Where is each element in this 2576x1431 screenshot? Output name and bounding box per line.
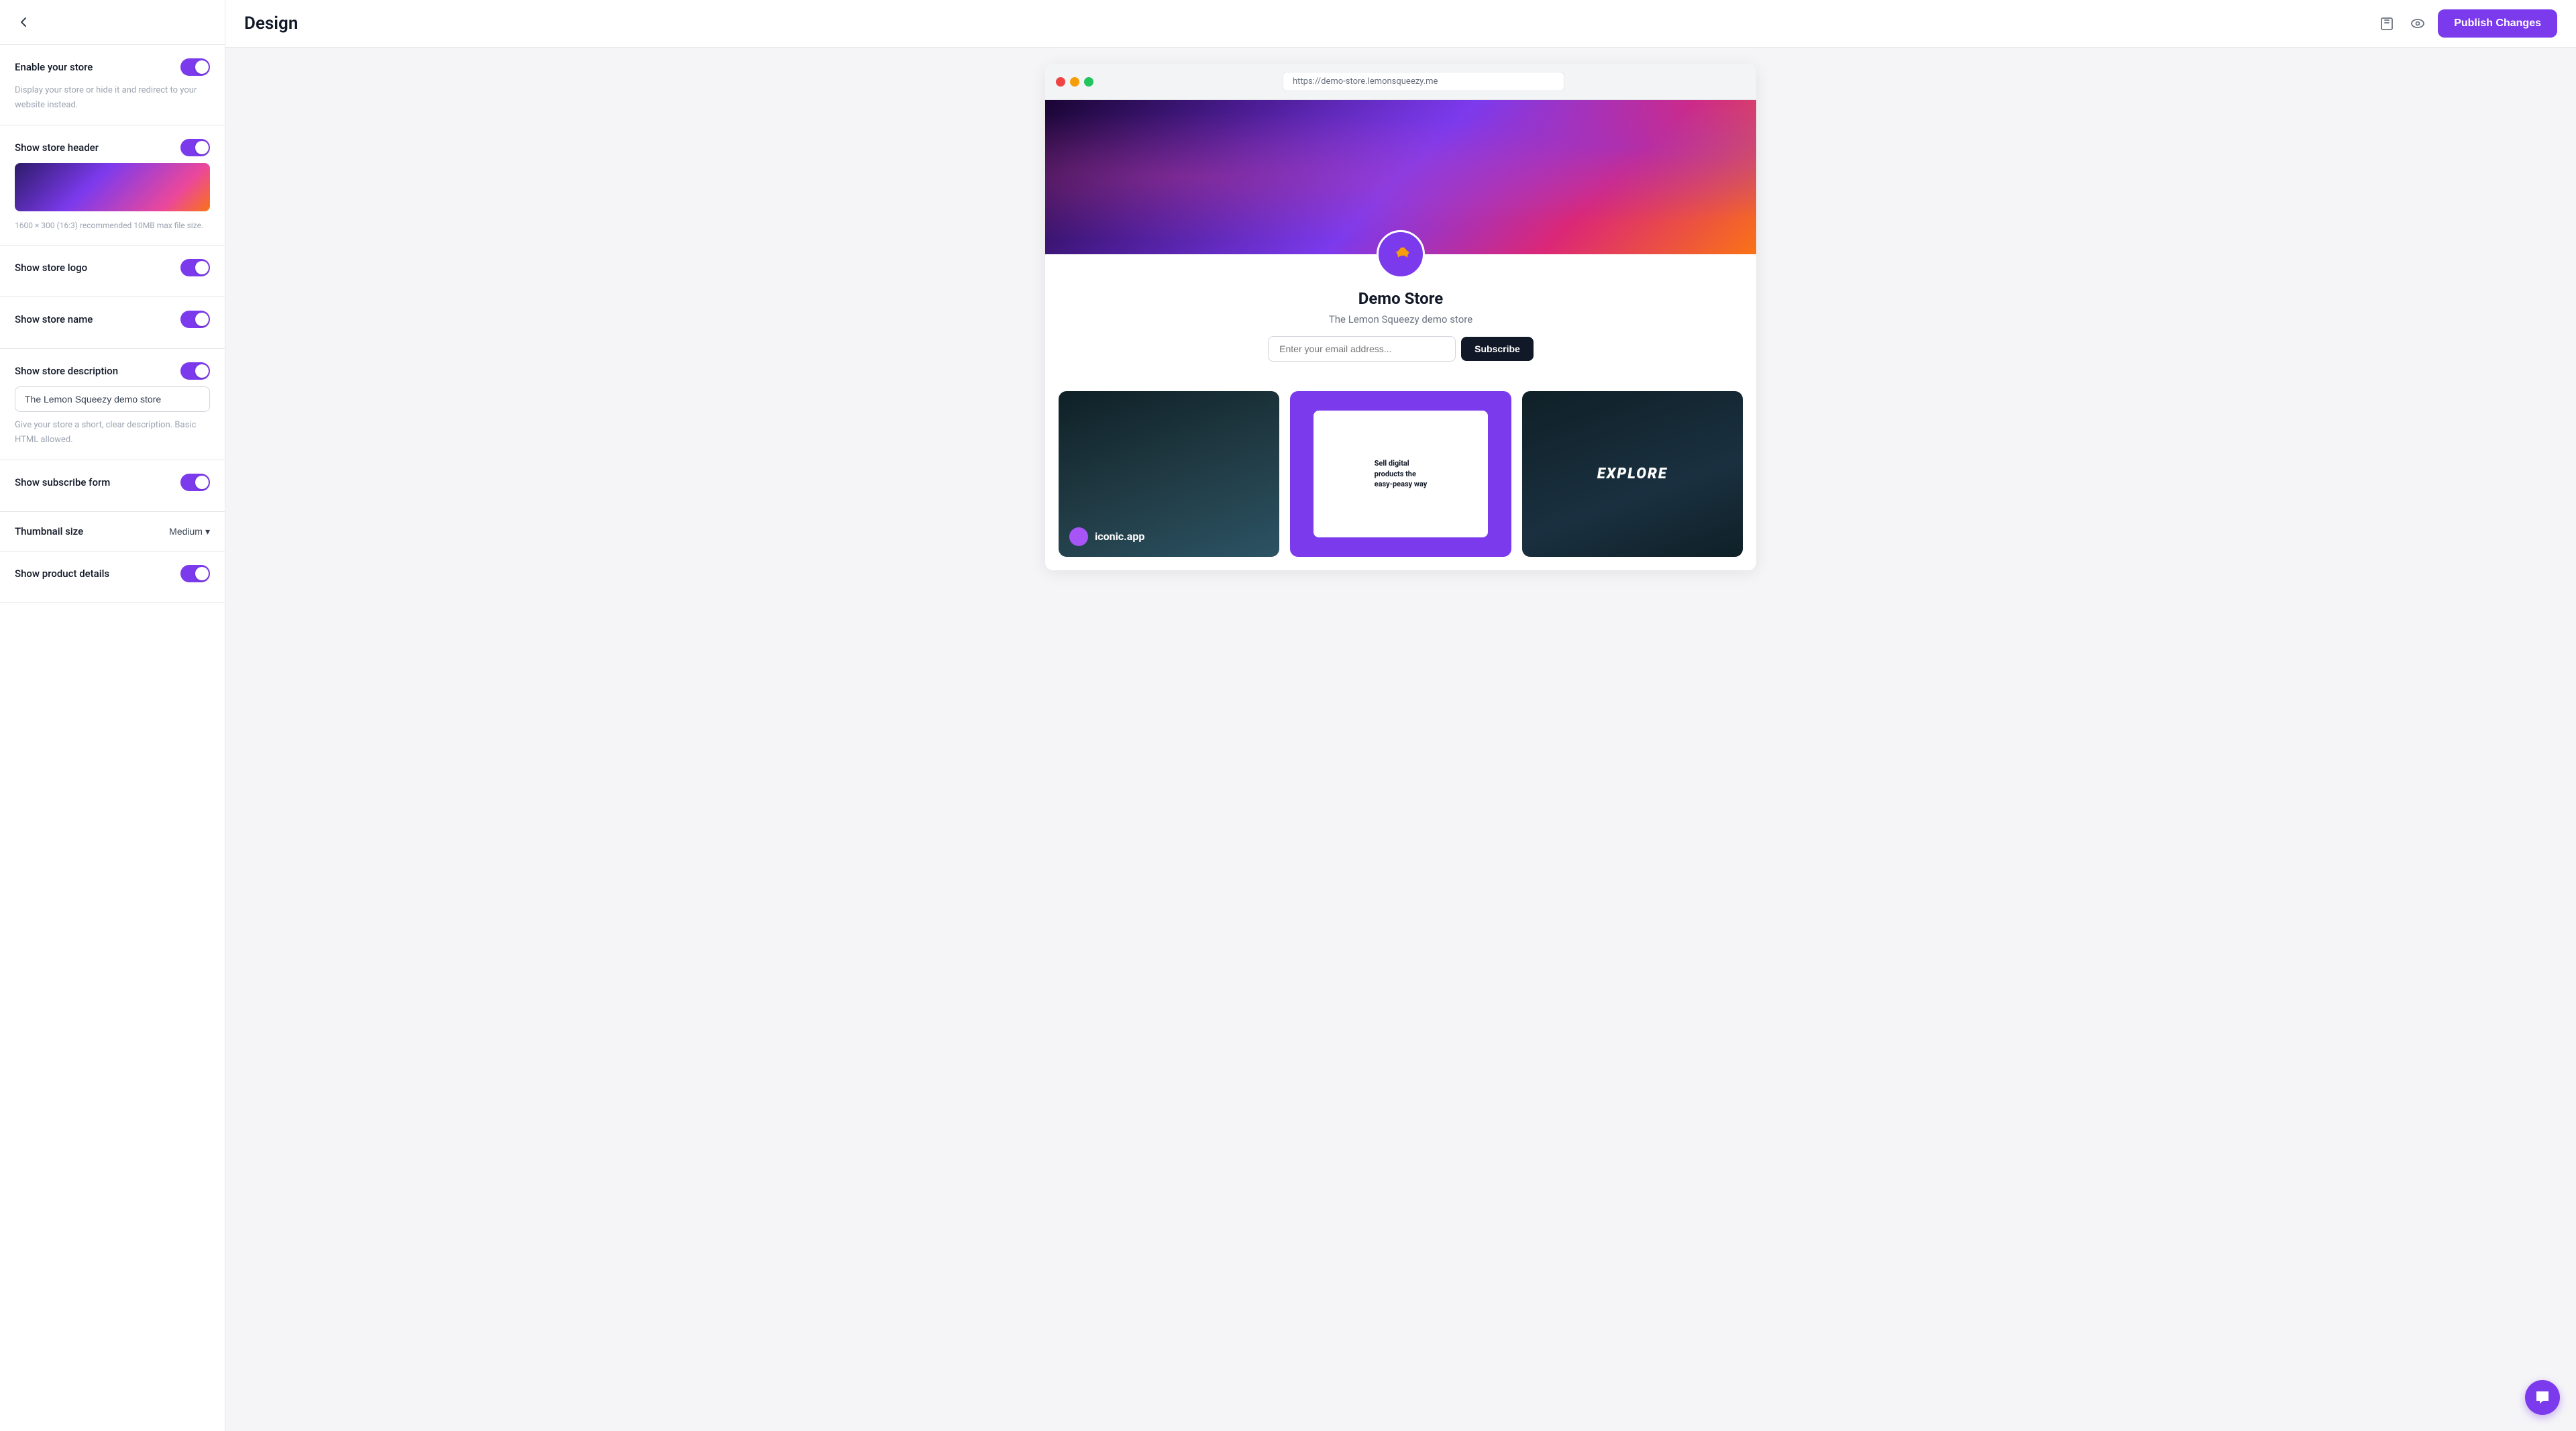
products-grid: iconic.app Sell digitalproducts theeasy-…: [1045, 391, 1756, 570]
show-header-label: Show store header: [15, 142, 99, 154]
subscribe-button[interactable]: Subscribe: [1461, 337, 1534, 361]
banner-hint: 1600 × 300 (16:3) recommended 10MB max f…: [15, 221, 203, 230]
subscribe-row: Subscribe: [1059, 336, 1743, 362]
product-card-explore: EXPLORE: [1522, 391, 1743, 557]
show-name-label: Show store name: [15, 313, 93, 325]
sidebar-header: [0, 0, 225, 45]
publish-changes-button[interactable]: Publish Changes: [2438, 9, 2557, 38]
explore-text: EXPLORE: [1597, 466, 1668, 482]
browser-chrome: https://demo-store.lemonsqueezy.me: [1045, 64, 1756, 100]
browser-url-bar: https://demo-store.lemonsqueezy.me: [1283, 72, 1564, 91]
store-name: Demo Store: [1059, 289, 1743, 308]
show-name-toggle[interactable]: [180, 311, 210, 328]
iconic-logo: iconic.app: [1069, 527, 1144, 546]
book-icon-button[interactable]: [2376, 13, 2398, 34]
dot-yellow: [1070, 77, 1079, 87]
enable-store-label: Enable your store: [15, 61, 93, 73]
store-description: The Lemon Squeezy demo store: [1059, 313, 1743, 325]
section-show-description: Show store description Give your store a…: [0, 349, 225, 460]
section-thumbnail-size: Thumbnail size Medium ▾: [0, 512, 225, 551]
store-logo: [1377, 230, 1425, 278]
thumbnail-size-select[interactable]: Medium ▾: [169, 526, 210, 537]
iconic-dot: [1069, 527, 1088, 546]
dot-red: [1056, 77, 1065, 87]
section-show-name: Show store name: [0, 297, 225, 349]
back-arrow-icon: [16, 15, 31, 30]
store-info: Demo Store The Lemon Squeezy demo store …: [1045, 278, 1756, 391]
chat-icon: [2534, 1389, 2551, 1406]
section-show-product-details: Show product details: [0, 551, 225, 603]
desc-hint: Give your store a short, clear descripti…: [15, 420, 196, 445]
back-button[interactable]: [13, 12, 34, 32]
eye-icon: [2410, 15, 2426, 32]
product-card-lemon: Sell digitalproducts theeasy-peasy way: [1290, 391, 1511, 557]
main-content: Design Publish Changes: [225, 0, 2576, 1431]
browser-dots: [1056, 77, 1093, 87]
browser-window: https://demo-store.lemonsqueezy.me Demo …: [1045, 64, 1756, 570]
iconic-name: iconic.app: [1095, 530, 1144, 543]
section-show-subscribe: Show subscribe form: [0, 460, 225, 512]
show-logo-label: Show store logo: [15, 262, 87, 274]
thumbnail-size-value: Medium: [169, 526, 203, 537]
product-card-lemon-inner: Sell digitalproducts theeasy-peasy way: [1313, 411, 1488, 538]
email-input[interactable]: [1268, 336, 1456, 362]
product-card-iconic: iconic.app: [1059, 391, 1279, 557]
show-product-details-toggle[interactable]: [180, 565, 210, 582]
book-icon: [2379, 15, 2395, 32]
topbar-actions: Publish Changes: [2376, 9, 2557, 38]
product-lemon-text: Sell digitalproducts theeasy-peasy way: [1375, 458, 1428, 489]
show-subscribe-toggle[interactable]: [180, 474, 210, 491]
section-enable-store: Enable your store Display your store or …: [0, 45, 225, 125]
show-logo-toggle[interactable]: [180, 259, 210, 276]
sidebar: Enable your store Display your store or …: [0, 0, 225, 1431]
dot-green: [1084, 77, 1093, 87]
thumbnail-size-label: Thumbnail size: [15, 525, 83, 537]
chevron-down-icon: ▾: [205, 526, 210, 537]
show-desc-label: Show store description: [15, 365, 118, 377]
store-description-input[interactable]: [15, 386, 210, 412]
eye-icon-button[interactable]: [2407, 13, 2428, 34]
show-product-details-label: Show product details: [15, 568, 109, 580]
enable-store-toggle[interactable]: [180, 58, 210, 76]
show-header-toggle[interactable]: [180, 139, 210, 156]
section-show-logo: Show store logo: [0, 246, 225, 297]
banner-preview-image: [15, 163, 210, 211]
preview-area: https://demo-store.lemonsqueezy.me Demo …: [225, 48, 2576, 1431]
section-show-header: Show store header 1600 × 300 (16:3) reco…: [0, 125, 225, 246]
chat-bubble-button[interactable]: [2525, 1380, 2560, 1415]
store-logo-icon: [1388, 242, 1413, 267]
topbar: Design Publish Changes: [225, 0, 2576, 48]
enable-store-hint: Display your store or hide it and redire…: [15, 85, 197, 110]
page-title: Design: [244, 13, 298, 34]
show-desc-toggle[interactable]: [180, 362, 210, 380]
show-subscribe-label: Show subscribe form: [15, 476, 110, 488]
